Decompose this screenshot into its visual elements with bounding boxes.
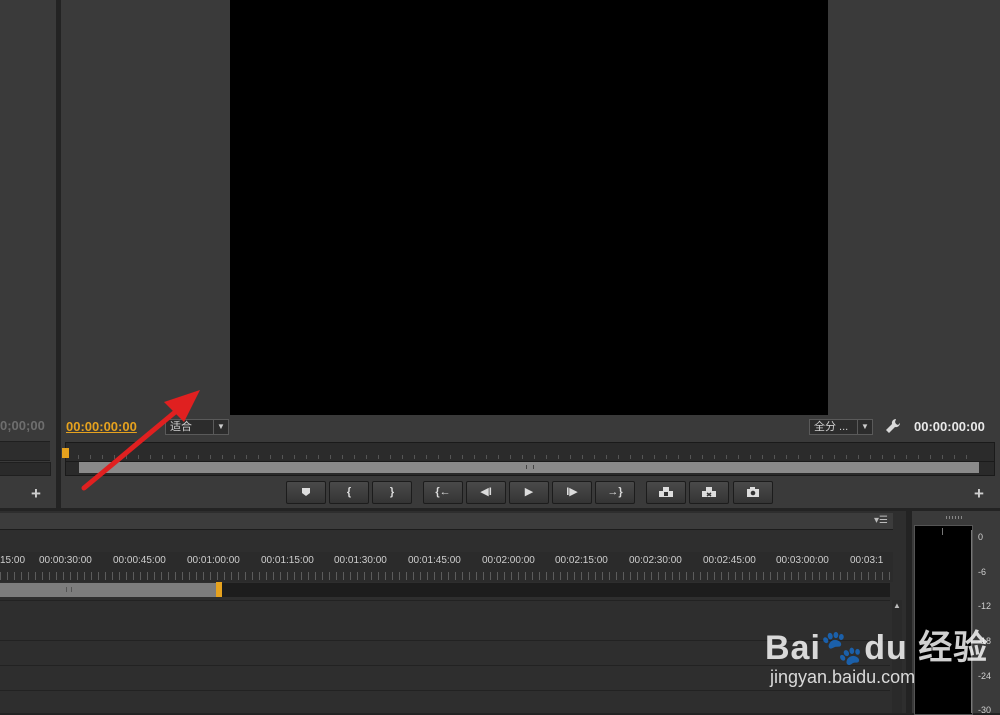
wrench-icon[interactable] — [885, 418, 901, 438]
source-time-ruler[interactable] — [0, 441, 50, 461]
chevron-down-icon: ▼ — [857, 420, 872, 434]
program-playhead-timecode[interactable]: 00:00:00:00 — [66, 419, 137, 434]
timeline-ticks — [0, 572, 890, 580]
meter-db-label: -12 — [978, 601, 992, 611]
track-divider — [0, 690, 890, 691]
timeline-timecode: 00:01:00:00 — [187, 555, 240, 566]
lift-icon — [659, 487, 673, 498]
timeline-timecode: 00:02:15:00 — [555, 555, 608, 566]
timeline-timecode: 00:01:15:00 — [261, 555, 314, 566]
chevron-down-icon: ▼ — [213, 420, 228, 434]
timeline-timecode: 00:01:45:00 — [408, 555, 461, 566]
playhead-icon[interactable] — [62, 448, 69, 458]
timeline-timecode: 15:00 — [0, 555, 26, 566]
program-duration-timecode: 00:00:00:00 — [914, 419, 985, 434]
timeline-timecode: 00:03:1 — [850, 555, 884, 566]
timeline-timecode: 00:00:45:00 — [113, 555, 166, 566]
meter-channel-divider — [942, 528, 943, 535]
baidu-watermark-logo: Bai🐾du 经验 — [765, 629, 989, 667]
timeline-timecode: 00:01:30:00 — [334, 555, 387, 566]
playback-resolution-select[interactable]: 全分 ... ▼ — [809, 419, 873, 435]
grip-icon[interactable] — [946, 516, 964, 519]
track-divider — [0, 640, 890, 641]
work-area-bar[interactable] — [0, 583, 218, 597]
camera-icon — [747, 486, 759, 497]
track-divider — [0, 600, 890, 601]
timeline-timecode: 00:02:45:00 — [703, 555, 756, 566]
program-add-button[interactable]: + — [974, 484, 984, 504]
play-button[interactable]: ▶ — [509, 481, 549, 504]
program-time-ruler[interactable] — [65, 442, 995, 462]
zoom-fit-select[interactable]: 适合 ▼ — [165, 419, 229, 435]
meter-db-label: 0 — [978, 532, 984, 542]
timeline-timecode: 00:00:30:00 — [39, 555, 92, 566]
timeline-timecode: 00:03:00:00 — [776, 555, 829, 566]
mark-out-button[interactable]: } — [372, 481, 412, 504]
go-to-out-button[interactable]: →} — [595, 481, 635, 504]
playback-resolution-value: 全分 ... — [814, 421, 849, 433]
source-timecode[interactable]: 0;00;00 — [0, 418, 45, 433]
meter-db-label: -24 — [978, 671, 992, 681]
grip-icon — [66, 587, 72, 592]
meter-db-label: -30 — [978, 705, 992, 715]
timeline-header — [0, 513, 893, 530]
track-divider — [0, 665, 890, 666]
step-back-button[interactable]: ◀I — [466, 481, 506, 504]
watermark-url: jingyan.baidu.com — [770, 667, 916, 687]
zoom-fit-value: 适合 — [170, 421, 192, 433]
mark-in-button[interactable]: { — [329, 481, 369, 504]
export-frame-button[interactable] — [733, 481, 773, 504]
lift-button[interactable] — [646, 481, 686, 504]
scroll-up-icon[interactable]: ▲ — [893, 601, 901, 610]
source-zoom-scrollbar[interactable] — [0, 462, 51, 476]
add-marker-button[interactable] — [286, 481, 326, 504]
extract-icon — [702, 487, 716, 498]
grip-icon — [526, 465, 534, 469]
go-to-in-button[interactable]: {← — [423, 481, 463, 504]
source-add-button[interactable]: + — [31, 484, 41, 504]
panel-menu-icon[interactable]: ▾☰ — [874, 515, 888, 526]
extract-button[interactable] — [689, 481, 729, 504]
work-area-end-handle[interactable] — [216, 582, 222, 597]
timeline-timecode: 00:02:30:00 — [629, 555, 682, 566]
timeline-timecode: 00:02:00:00 — [482, 555, 535, 566]
meter-db-label: -6 — [978, 567, 987, 577]
step-forward-button[interactable]: I▶ — [552, 481, 592, 504]
ruler-ticks — [78, 455, 978, 459]
marker-icon — [302, 488, 310, 497]
video-preview[interactable] — [230, 0, 828, 415]
